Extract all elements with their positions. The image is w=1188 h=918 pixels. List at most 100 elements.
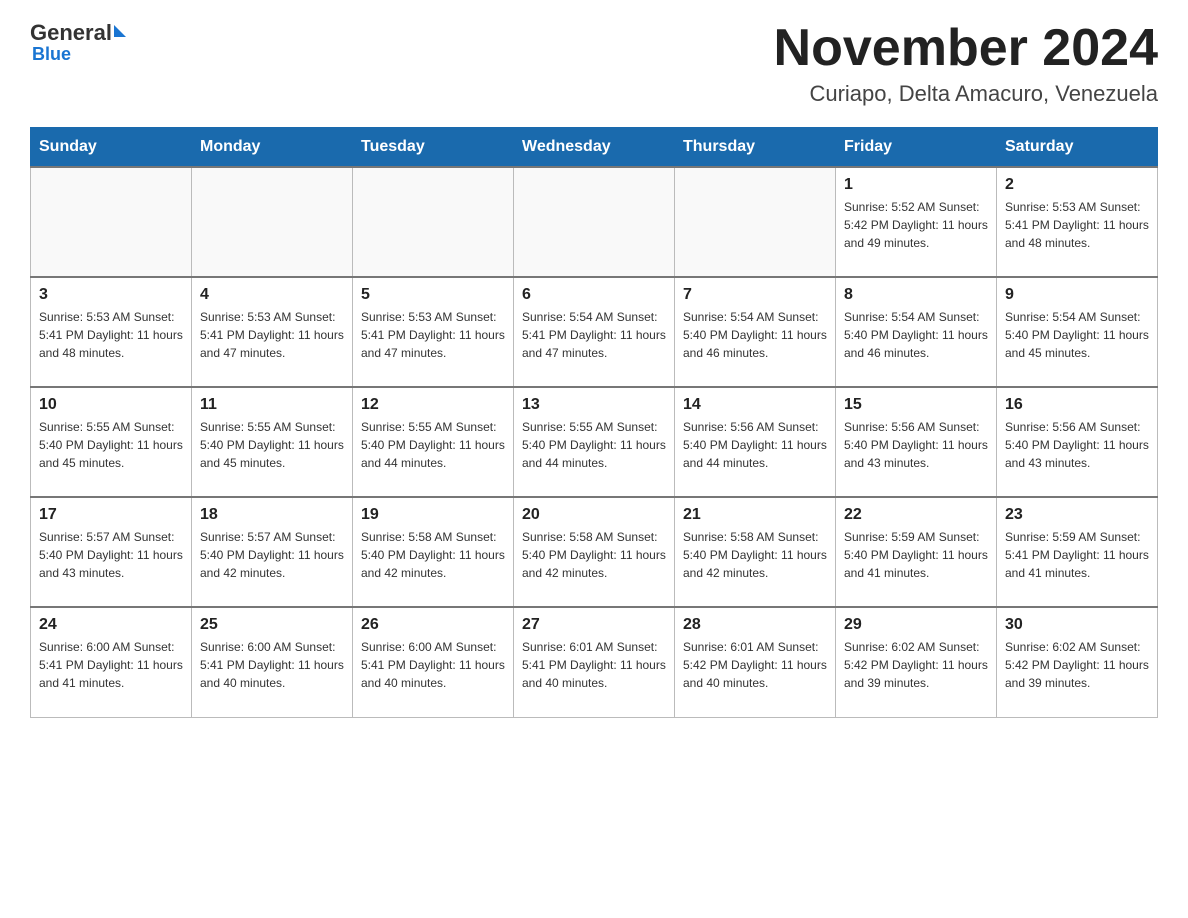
day-number: 10 xyxy=(39,396,183,414)
day-number: 29 xyxy=(844,616,988,634)
calendar-cell: 20Sunrise: 5:58 AM Sunset: 5:40 PM Dayli… xyxy=(514,497,675,607)
day-info: Sunrise: 5:56 AM Sunset: 5:40 PM Dayligh… xyxy=(844,418,988,472)
calendar-cell: 18 Sunrise: 5:57 AM Sunset: 5:40 PM Dayli… xyxy=(192,497,353,607)
calendar-cell: 10 Sunrise: 5:55 AM Sunset: 5:40 PM Dayli… xyxy=(31,387,192,497)
day-info: Sunrise: 5:54 AM Sunset: 5:40 PM Dayligh… xyxy=(1005,308,1149,362)
day-info: Sunrise: 5:55 AM Sunset: 5:40 PM Dayligh… xyxy=(39,418,183,472)
week-row-3: 10 Sunrise: 5:55 AM Sunset: 5:40 PM Dayli… xyxy=(31,387,1158,497)
day-info: Sunrise: 5:57 AM Sunset: 5:40 PM Dayligh… xyxy=(39,528,183,582)
calendar-cell xyxy=(514,167,675,277)
calendar-cell: 28Sunrise: 6:01 AM Sunset: 5:42 PM Dayli… xyxy=(675,607,836,717)
calendar-cell: 29 Sunrise: 6:02 AM Sunset: 5:42 PM Dayli… xyxy=(836,607,997,717)
day-number: 15 xyxy=(844,396,988,414)
day-number: 5 xyxy=(361,286,505,304)
calendar-cell: 19Sunrise: 5:58 AM Sunset: 5:40 PM Dayli… xyxy=(353,497,514,607)
calendar-cell: 4 Sunrise: 5:53 AM Sunset: 5:41 PM Daylig… xyxy=(192,277,353,387)
day-number: 22 xyxy=(844,506,988,524)
calendar-cell: 15 Sunrise: 5:56 AM Sunset: 5:40 PM Dayli… xyxy=(836,387,997,497)
day-number: 2 xyxy=(1005,176,1149,194)
calendar-cell: 17Sunrise: 5:57 AM Sunset: 5:40 PM Dayli… xyxy=(31,497,192,607)
day-info: Sunrise: 6:02 AM Sunset: 5:42 PM Dayligh… xyxy=(844,638,988,692)
calendar-cell: 26 Sunrise: 6:00 AM Sunset: 5:41 PM Dayli… xyxy=(353,607,514,717)
day-info: Sunrise: 5:55 AM Sunset: 5:40 PM Dayligh… xyxy=(361,418,505,472)
calendar-cell: 1Sunrise: 5:52 AM Sunset: 5:42 PM Daylig… xyxy=(836,167,997,277)
day-info: Sunrise: 6:00 AM Sunset: 5:41 PM Dayligh… xyxy=(39,638,183,692)
day-info: Sunrise: 5:54 AM Sunset: 5:41 PM Dayligh… xyxy=(522,308,666,362)
calendar-cell: 7 Sunrise: 5:54 AM Sunset: 5:40 PM Daylig… xyxy=(675,277,836,387)
column-header-wednesday: Wednesday xyxy=(514,128,675,168)
day-info: Sunrise: 5:59 AM Sunset: 5:41 PM Dayligh… xyxy=(1005,528,1149,582)
calendar-cell: 25 Sunrise: 6:00 AM Sunset: 5:41 PM Dayli… xyxy=(192,607,353,717)
day-number: 3 xyxy=(39,286,183,304)
week-row-5: 24 Sunrise: 6:00 AM Sunset: 5:41 PM Dayli… xyxy=(31,607,1158,717)
day-info: Sunrise: 5:53 AM Sunset: 5:41 PM Dayligh… xyxy=(200,308,344,362)
day-info: Sunrise: 5:59 AM Sunset: 5:40 PM Dayligh… xyxy=(844,528,988,582)
calendar-cell xyxy=(192,167,353,277)
day-info: Sunrise: 6:00 AM Sunset: 5:41 PM Dayligh… xyxy=(361,638,505,692)
day-info: Sunrise: 5:53 AM Sunset: 5:41 PM Dayligh… xyxy=(1005,198,1149,252)
title-section: November 2024 Curiapo, Delta Amacuro, Ve… xyxy=(774,20,1158,107)
day-number: 20 xyxy=(522,506,666,524)
logo-general: General xyxy=(30,20,112,46)
logo-text: General xyxy=(30,20,126,46)
day-info: Sunrise: 5:53 AM Sunset: 5:41 PM Dayligh… xyxy=(39,308,183,362)
column-header-thursday: Thursday xyxy=(675,128,836,168)
logo-blue: Blue xyxy=(32,44,71,65)
calendar-cell: 23Sunrise: 5:59 AM Sunset: 5:41 PM Dayli… xyxy=(997,497,1158,607)
day-number: 26 xyxy=(361,616,505,634)
calendar-cell: 14Sunrise: 5:56 AM Sunset: 5:40 PM Dayli… xyxy=(675,387,836,497)
day-number: 21 xyxy=(683,506,827,524)
calendar-cell: 3 Sunrise: 5:53 AM Sunset: 5:41 PM Daylig… xyxy=(31,277,192,387)
calendar-cell: 2 Sunrise: 5:53 AM Sunset: 5:41 PM Daylig… xyxy=(997,167,1158,277)
day-info: Sunrise: 5:56 AM Sunset: 5:40 PM Dayligh… xyxy=(683,418,827,472)
calendar-cell: 8Sunrise: 5:54 AM Sunset: 5:40 PM Daylig… xyxy=(836,277,997,387)
calendar-cell: 12 Sunrise: 5:55 AM Sunset: 5:40 PM Dayli… xyxy=(353,387,514,497)
day-number: 4 xyxy=(200,286,344,304)
day-number: 25 xyxy=(200,616,344,634)
column-header-sunday: Sunday xyxy=(31,128,192,168)
column-header-monday: Monday xyxy=(192,128,353,168)
logo: General Blue xyxy=(30,20,126,65)
day-info: Sunrise: 5:54 AM Sunset: 5:40 PM Dayligh… xyxy=(844,308,988,362)
day-number: 30 xyxy=(1005,616,1149,634)
calendar-cell: 24 Sunrise: 6:00 AM Sunset: 5:41 PM Dayli… xyxy=(31,607,192,717)
calendar-cell: 30 Sunrise: 6:02 AM Sunset: 5:42 PM Dayli… xyxy=(997,607,1158,717)
column-header-friday: Friday xyxy=(836,128,997,168)
day-info: Sunrise: 5:53 AM Sunset: 5:41 PM Dayligh… xyxy=(361,308,505,362)
day-info: Sunrise: 5:55 AM Sunset: 5:40 PM Dayligh… xyxy=(200,418,344,472)
page-header: General Blue November 2024 Curiapo, Delt… xyxy=(30,20,1158,107)
day-info: Sunrise: 5:54 AM Sunset: 5:40 PM Dayligh… xyxy=(683,308,827,362)
day-number: 24 xyxy=(39,616,183,634)
day-number: 27 xyxy=(522,616,666,634)
calendar-header-row: SundayMondayTuesdayWednesdayThursdayFrid… xyxy=(31,128,1158,168)
calendar-cell: 6 Sunrise: 5:54 AM Sunset: 5:41 PM Daylig… xyxy=(514,277,675,387)
column-header-tuesday: Tuesday xyxy=(353,128,514,168)
day-info: Sunrise: 5:56 AM Sunset: 5:40 PM Dayligh… xyxy=(1005,418,1149,472)
calendar-cell xyxy=(675,167,836,277)
location: Curiapo, Delta Amacuro, Venezuela xyxy=(774,81,1158,107)
calendar-cell: 16 Sunrise: 5:56 AM Sunset: 5:40 PM Dayli… xyxy=(997,387,1158,497)
day-info: Sunrise: 5:57 AM Sunset: 5:40 PM Dayligh… xyxy=(200,528,344,582)
calendar-cell: 22 Sunrise: 5:59 AM Sunset: 5:40 PM Dayli… xyxy=(836,497,997,607)
day-number: 7 xyxy=(683,286,827,304)
calendar-cell: 5 Sunrise: 5:53 AM Sunset: 5:41 PM Daylig… xyxy=(353,277,514,387)
calendar-cell: 13Sunrise: 5:55 AM Sunset: 5:40 PM Dayli… xyxy=(514,387,675,497)
day-number: 28 xyxy=(683,616,827,634)
day-number: 18 xyxy=(200,506,344,524)
calendar-cell xyxy=(353,167,514,277)
column-header-saturday: Saturday xyxy=(997,128,1158,168)
week-row-4: 17Sunrise: 5:57 AM Sunset: 5:40 PM Dayli… xyxy=(31,497,1158,607)
calendar-cell: 9Sunrise: 5:54 AM Sunset: 5:40 PM Daylig… xyxy=(997,277,1158,387)
day-number: 16 xyxy=(1005,396,1149,414)
week-row-2: 3 Sunrise: 5:53 AM Sunset: 5:41 PM Daylig… xyxy=(31,277,1158,387)
day-info: Sunrise: 5:58 AM Sunset: 5:40 PM Dayligh… xyxy=(361,528,505,582)
calendar-cell: 21Sunrise: 5:58 AM Sunset: 5:40 PM Dayli… xyxy=(675,497,836,607)
day-info: Sunrise: 6:01 AM Sunset: 5:41 PM Dayligh… xyxy=(522,638,666,692)
day-info: Sunrise: 6:02 AM Sunset: 5:42 PM Dayligh… xyxy=(1005,638,1149,692)
day-info: Sunrise: 6:00 AM Sunset: 5:41 PM Dayligh… xyxy=(200,638,344,692)
day-number: 12 xyxy=(361,396,505,414)
calendar-cell xyxy=(31,167,192,277)
day-number: 6 xyxy=(522,286,666,304)
day-number: 11 xyxy=(200,396,344,414)
calendar-table: SundayMondayTuesdayWednesdayThursdayFrid… xyxy=(30,127,1158,718)
